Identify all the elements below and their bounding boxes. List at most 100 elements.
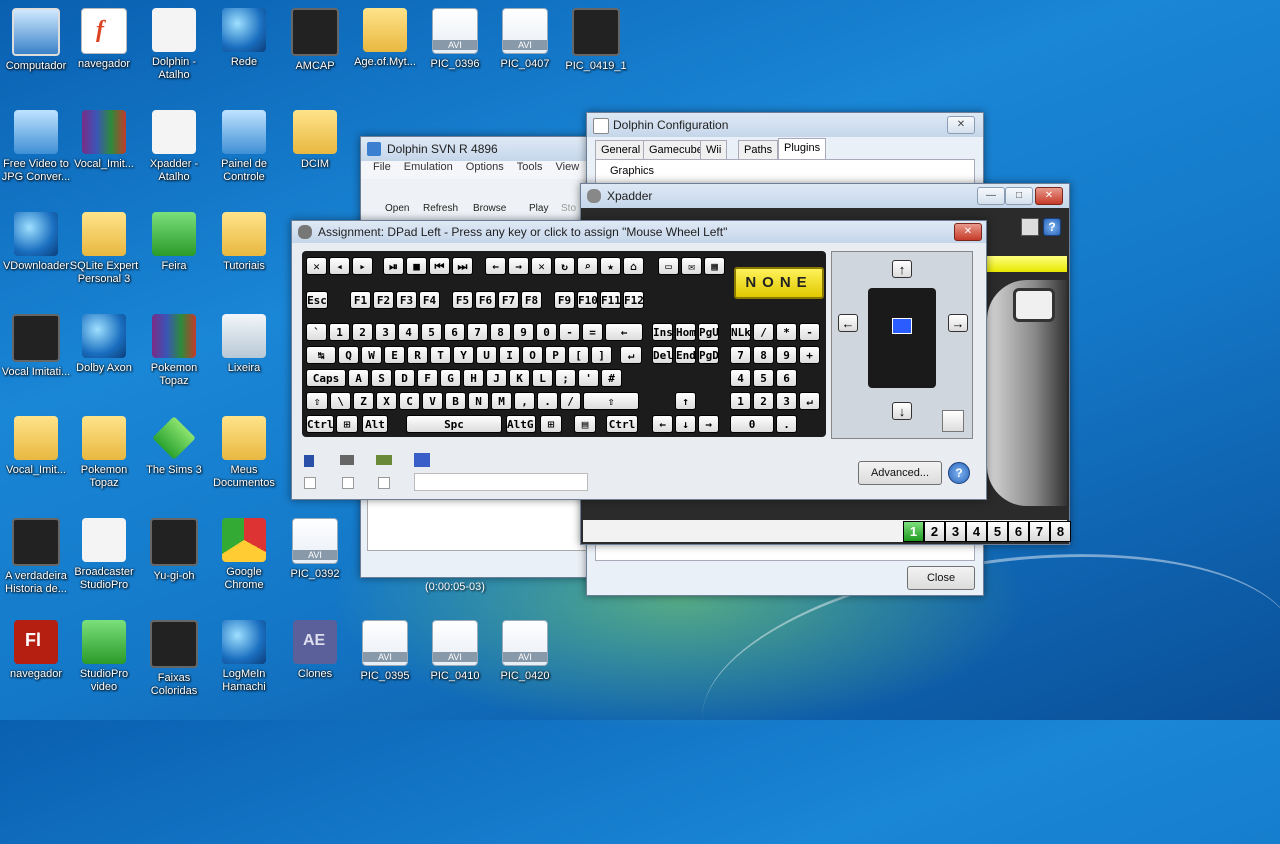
key[interactable]: Caps (306, 369, 346, 387)
key[interactable]: T (430, 346, 451, 364)
key[interactable]: 7 (467, 323, 488, 341)
key[interactable]: B (445, 392, 466, 410)
mouse-arrow-button[interactable]: ↑ (892, 260, 912, 278)
key[interactable]: 3 (776, 392, 797, 410)
game-list[interactable] (367, 497, 587, 551)
key[interactable]: ↹ (306, 346, 336, 364)
key[interactable]: 2 (352, 323, 373, 341)
desktop-icon[interactable]: Pokemon Topaz (138, 314, 210, 388)
key[interactable]: F11 (600, 291, 621, 309)
tab-plugins[interactable]: Plugins (778, 138, 827, 159)
key[interactable]: L (532, 369, 553, 387)
key[interactable]: [ (568, 346, 589, 364)
desktop-icon[interactable]: PIC_0420 (489, 620, 561, 683)
key[interactable]: ⏭ (452, 257, 473, 275)
key[interactable]: , (514, 392, 535, 410)
key[interactable]: D (394, 369, 415, 387)
key[interactable]: 1 (329, 323, 350, 341)
set-button[interactable]: 1 (903, 521, 924, 542)
minimize-button[interactable]: — (977, 187, 1005, 205)
desktop-icon[interactable]: Yu-gi-oh (138, 518, 210, 583)
desktop-icon[interactable]: A verdadeira Historia de... (0, 518, 72, 596)
key[interactable]: ⇧ (306, 392, 328, 410)
tab-general[interactable]: General (595, 140, 647, 159)
key[interactable]: End (675, 346, 696, 364)
key[interactable]: 8 (490, 323, 511, 341)
menu-tools[interactable]: Tools (517, 161, 543, 173)
key[interactable]: AltGr (506, 415, 536, 433)
desktop-icon[interactable]: Feira (138, 212, 210, 273)
key[interactable]: Z (353, 392, 374, 410)
set-button[interactable]: 3 (945, 521, 966, 542)
key[interactable]: 6 (444, 323, 465, 341)
set-button[interactable]: 7 (1029, 521, 1050, 542)
key[interactable]: / (560, 392, 581, 410)
key[interactable]: Spc (406, 415, 502, 433)
key[interactable]: ← (605, 323, 643, 341)
menu-emulation[interactable]: Emulation (404, 161, 453, 173)
key[interactable]: ■ (406, 257, 427, 275)
key[interactable]: . (537, 392, 558, 410)
key[interactable]: → (698, 415, 719, 433)
key[interactable]: ⌕ (577, 257, 598, 275)
key[interactable]: R (407, 346, 428, 364)
key[interactable]: ; (555, 369, 576, 387)
desktop-icon[interactable]: DCIM (279, 110, 351, 171)
desktop-icon[interactable]: PIC_0396 (419, 8, 491, 71)
desktop-icon[interactable]: Tutoriais (208, 212, 280, 273)
key[interactable]: F6 (475, 291, 496, 309)
none-button[interactable]: NONE (734, 267, 824, 299)
key[interactable]: M (491, 392, 512, 410)
desktop-icon[interactable]: PIC_0410 (419, 620, 491, 683)
desktop-icon[interactable]: Pokemon Topaz (68, 416, 140, 490)
set-button[interactable]: 6 (1008, 521, 1029, 542)
key[interactable]: \ (330, 392, 351, 410)
close-button[interactable]: ✕ (954, 223, 982, 241)
key[interactable]: P (545, 346, 566, 364)
key[interactable]: 8 (753, 346, 774, 364)
key[interactable]: F4 (419, 291, 440, 309)
key[interactable]: ↻ (554, 257, 575, 275)
key[interactable]: Alt (362, 415, 388, 433)
mouse-highlight[interactable] (892, 318, 912, 334)
refresh-button[interactable]: Refresh (423, 203, 458, 214)
key[interactable]: . (776, 415, 797, 433)
key[interactable]: ↓ (675, 415, 696, 433)
key[interactable]: 4 (730, 369, 751, 387)
stop-button[interactable]: Sto (561, 203, 576, 214)
key[interactable]: Q (338, 346, 359, 364)
key[interactable]: ` (306, 323, 327, 341)
desktop-icon[interactable]: Clones (279, 620, 351, 681)
menu-file[interactable]: File (373, 161, 391, 173)
key[interactable]: PgUp (698, 323, 719, 341)
close-button[interactable]: ✕ (947, 116, 975, 134)
key[interactable]: ★ (600, 257, 621, 275)
key[interactable]: F1 (350, 291, 371, 309)
key[interactable]: ▤ (574, 415, 596, 433)
desktop-icon[interactable]: The Sims 3 (138, 416, 210, 477)
desktop-icon[interactable]: Computador (0, 8, 72, 73)
assignment-dialog[interactable]: Assignment: DPad Left - Press any key or… (291, 220, 987, 500)
set-button[interactable]: 5 (987, 521, 1008, 542)
desktop-icon[interactable]: VDownloader (0, 212, 72, 273)
desktop-icon[interactable]: Lixeira (208, 314, 280, 375)
desktop-icon[interactable]: Dolphin - Atalho (138, 8, 210, 82)
key[interactable]: ◂ (329, 257, 350, 275)
key[interactable]: ▦ (704, 257, 725, 275)
desktop-icon[interactable]: Broadcaster StudioPro (68, 518, 140, 592)
key[interactable]: ⏮ (429, 257, 450, 275)
key[interactable]: F (417, 369, 438, 387)
open-button[interactable]: Open (385, 203, 409, 214)
desktop-icon[interactable]: navegador (68, 8, 140, 71)
key[interactable]: ⊞ (336, 415, 358, 433)
desktop-icon[interactable]: Vocal_Imit... (0, 416, 72, 477)
key[interactable]: 7 (730, 346, 751, 364)
desktop-icon[interactable]: Google Chrome (208, 518, 280, 592)
mouse-arrow-button[interactable]: → (948, 314, 968, 332)
key[interactable]: F2 (373, 291, 394, 309)
key[interactable]: G (440, 369, 461, 387)
key[interactable]: NLk (730, 323, 751, 341)
key[interactable]: ✕ (306, 257, 327, 275)
desktop-icon[interactable]: PIC_0392 (279, 518, 351, 581)
key[interactable]: F7 (498, 291, 519, 309)
